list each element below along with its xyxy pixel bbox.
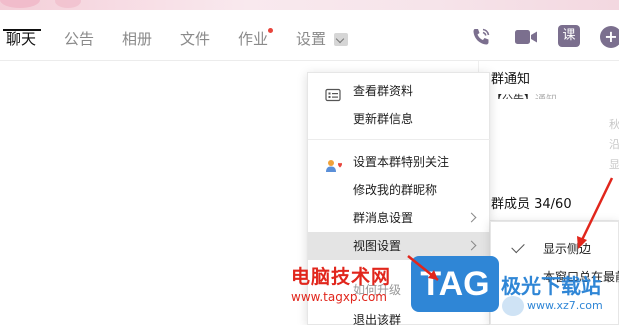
group-notice-title: 群通知	[491, 72, 531, 87]
menu-item-label: 视图设置	[353, 239, 402, 253]
voice-call-icon[interactable]	[468, 25, 494, 49]
tab-settings[interactable]: 设置	[296, 28, 326, 50]
watermark-brand-name: 极光下载站	[501, 274, 601, 298]
menu-item-label: 群消息设置	[353, 211, 414, 225]
notice-faint-text: 秋	[609, 118, 619, 131]
chevron-right-icon	[466, 212, 477, 223]
tab-chat[interactable]: 聊天	[6, 28, 36, 50]
menu-item-label: 设置本群特别关注	[353, 155, 450, 169]
menu-item-label: 查看群资料	[353, 84, 414, 98]
menu-item-update-group-info[interactable]: 更新群信息	[308, 105, 491, 133]
watermark-site-name: 电脑技术网	[291, 266, 392, 288]
tab-announcements[interactable]: 公告	[64, 28, 94, 50]
watermark-brand-logo	[502, 296, 524, 316]
tab-files[interactable]: 文件	[180, 28, 210, 50]
homework-badge-dot	[268, 28, 273, 33]
tab-homework[interactable]: 作业	[238, 28, 268, 50]
checkmark-icon	[511, 239, 525, 254]
chevron-right-icon	[466, 240, 477, 251]
group-member-count[interactable]: 群成员 34/60	[491, 193, 572, 212]
watermark-tag-logo: TAG	[411, 256, 499, 312]
menu-item-view-group-profile[interactable]: 查看群资料	[308, 77, 491, 105]
watermark-site-url: www.tagxp.com	[291, 290, 387, 304]
menu-divider	[308, 139, 491, 140]
plus-icon[interactable]: +	[600, 26, 619, 48]
menu-item-special-follow[interactable]: 设置本群特别关注	[308, 148, 491, 176]
menu-item-edit-nickname[interactable]: 修改我的群昵称	[308, 176, 491, 204]
notice-faint-text: 沿	[609, 138, 619, 151]
menu-item-label: 更新群信息	[353, 112, 414, 126]
menu-item-label: 退出该群	[353, 313, 402, 325]
settings-dropdown-toggle[interactable]	[334, 33, 348, 46]
submenu-item-label: 显示侧边	[543, 242, 592, 256]
watermark-brand-url: www.xz7.com	[527, 299, 603, 312]
submenu-item-show-sidebar[interactable]: 显示侧边	[491, 236, 619, 262]
menu-item-message-settings[interactable]: 群消息设置	[308, 204, 491, 232]
active-tab-indicator	[3, 29, 41, 31]
video-call-icon[interactable]	[512, 25, 540, 49]
class-icon[interactable]: 课	[558, 25, 580, 47]
notice-content-area	[478, 99, 608, 177]
menu-item-label: 修改我的群昵称	[353, 183, 438, 197]
notice-faint-text: 显	[609, 158, 619, 171]
window-top-banner	[0, 0, 619, 10]
tab-album[interactable]: 相册	[122, 28, 152, 50]
